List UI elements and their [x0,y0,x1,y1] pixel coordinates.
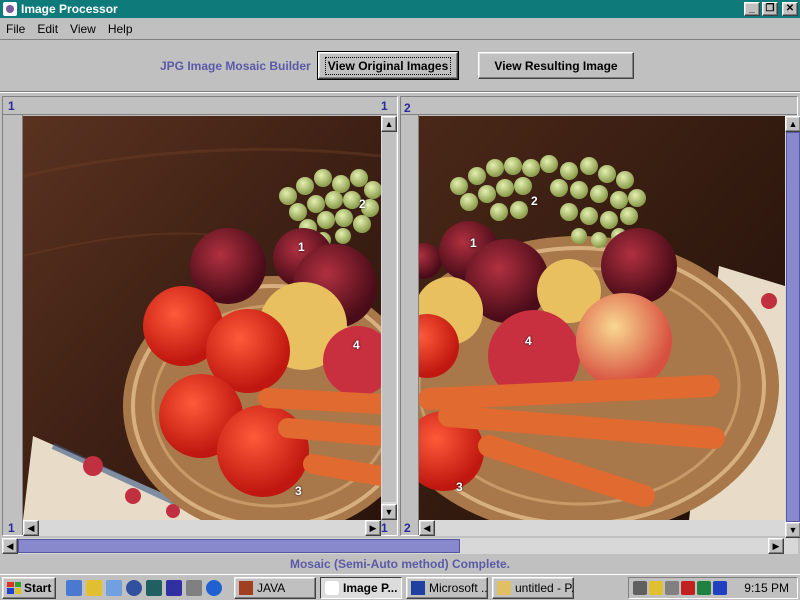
left-ruler-top [3,97,397,115]
right-horizontal-scrollbar[interactable]: ◀ [419,520,785,536]
right-scroll-left-button[interactable]: ◀ [419,520,435,536]
main-horizontal-scrollbar[interactable]: ◀ ▶ [2,538,798,554]
globe-icon[interactable] [126,579,142,596]
left-vscroll-thumb[interactable] [382,132,396,502]
tray-icon-1[interactable] [633,581,647,595]
right-ruler-top-left: 2 [404,101,411,115]
window-title: Image Processor [21,2,118,16]
minimize-button[interactable]: _ [744,2,760,16]
taskbar: Start JAVA Image P... Microsoft ... unti… [0,574,800,600]
task-java-label: JAVA [257,580,286,595]
right-ruler-bottom-left: 2 [404,521,411,535]
title-bar: Image Processor _ ❐ ✕ [0,0,800,18]
right-marker-2: 2 [531,194,538,208]
ati-icon[interactable] [681,581,695,595]
right-marker-4: 4 [525,334,532,348]
notepad-icon[interactable] [106,579,122,596]
left-ruler-left [3,115,23,535]
network-icon[interactable] [713,581,727,595]
right-scroll-up-button[interactable]: ▲ [785,116,800,132]
left-image-panel: 1 1 1 1 1 2 4 3 ▲ ▼ ◀ ▶ [2,96,398,536]
windows-logo-icon [7,581,21,594]
fruit-basket-image [419,116,785,520]
menu-edit[interactable]: Edit [31,22,64,36]
menu-file[interactable]: File [0,22,31,36]
menu-bar: File Edit View Help [0,18,800,40]
left-ruler-top-right: 1 [381,99,388,113]
view-resulting-image-button[interactable]: View Resulting Image [478,52,634,79]
task-java[interactable]: JAVA [234,576,316,599]
menu-help[interactable]: Help [102,22,139,36]
left-marker-2: 2 [359,197,366,211]
main-scroll-right-button[interactable]: ▶ [768,538,784,554]
toolbar-label: JPG Image Mosaic Builder [160,59,311,73]
left-scroll-up-button[interactable]: ▲ [381,116,397,132]
java-icon [239,580,253,595]
right-marker-3: 3 [456,480,463,494]
original-image-2[interactable]: 1 2 4 3 [419,116,785,520]
left-horizontal-scrollbar[interactable]: ◀ ▶ [23,520,381,536]
left-scroll-left-button[interactable]: ◀ [23,520,39,536]
left-ruler-top-left: 1 [8,99,15,113]
left-marker-4: 4 [353,338,360,352]
task-image-processor-label: Image P... [343,580,398,595]
menu-view[interactable]: View [64,22,102,36]
device-icon[interactable] [186,579,202,596]
left-scroll-down-button[interactable]: ▼ [381,504,397,520]
app-icon[interactable] [3,2,17,16]
divider [0,91,800,93]
left-ruler-bottom-right: 1 [381,521,388,535]
task-untitled-paint-label: untitled - P... [515,580,574,595]
image-processor-icon [325,580,339,595]
start-button[interactable]: Start [2,576,56,599]
right-ruler-top [401,97,797,115]
original-image-1[interactable]: 1 2 4 3 [23,116,381,520]
word-icon [411,580,425,595]
internet-explorer-icon[interactable] [206,579,222,596]
restore-button[interactable]: ❐ [762,2,778,16]
clock[interactable]: 9:15 PM [744,581,789,595]
left-vertical-scrollbar[interactable]: ▲ ▼ [381,116,397,520]
left-marker-3: 3 [295,484,302,498]
right-scroll-down-button[interactable]: ▼ [785,522,800,538]
left-ruler-bottom-left: 1 [8,521,15,535]
task-microsoft-label: Microsoft ... [429,580,488,595]
calculator-icon[interactable] [146,579,162,596]
left-scroll-right-button[interactable]: ▶ [365,520,381,536]
tray-icon-2[interactable] [649,581,663,595]
system-tray: 9:15 PM [628,577,798,599]
right-vscroll-thumb[interactable] [786,132,800,522]
main-hscroll-thumb[interactable] [18,539,460,553]
right-ruler-left [401,115,419,535]
desktop-icon[interactable] [66,579,82,596]
right-vertical-scrollbar[interactable]: ▲ ▼ [785,116,800,538]
view-original-images-button[interactable]: View Original Images [317,51,459,80]
tray-icon-5[interactable] [697,581,711,595]
fruit-basket-image [23,116,381,520]
right-marker-1: 1 [470,236,477,250]
status-message: Mosaic (Semi-Auto method) Complete. [289,557,510,571]
task-image-processor[interactable]: Image P... [320,576,402,599]
toolbar: JPG Image Mosaic Builder View Original I… [0,41,800,91]
tray-icon-3[interactable] [665,581,679,595]
quick-launch [66,579,222,596]
main-scroll-left-button[interactable]: ◀ [2,538,18,554]
paint-icon [497,580,511,595]
right-image-panel: 2 2 1 2 4 3 ▲ ▼ ◀ [400,96,800,538]
media-player-icon[interactable] [166,579,182,596]
start-label: Start [24,580,52,595]
close-button[interactable]: ✕ [782,2,798,16]
task-microsoft[interactable]: Microsoft ... [406,576,488,599]
pencil-icon[interactable] [86,579,102,596]
left-marker-1: 1 [298,240,305,254]
view-original-images-label: View Original Images [324,56,452,75]
task-untitled-paint[interactable]: untitled - P... [492,576,574,599]
